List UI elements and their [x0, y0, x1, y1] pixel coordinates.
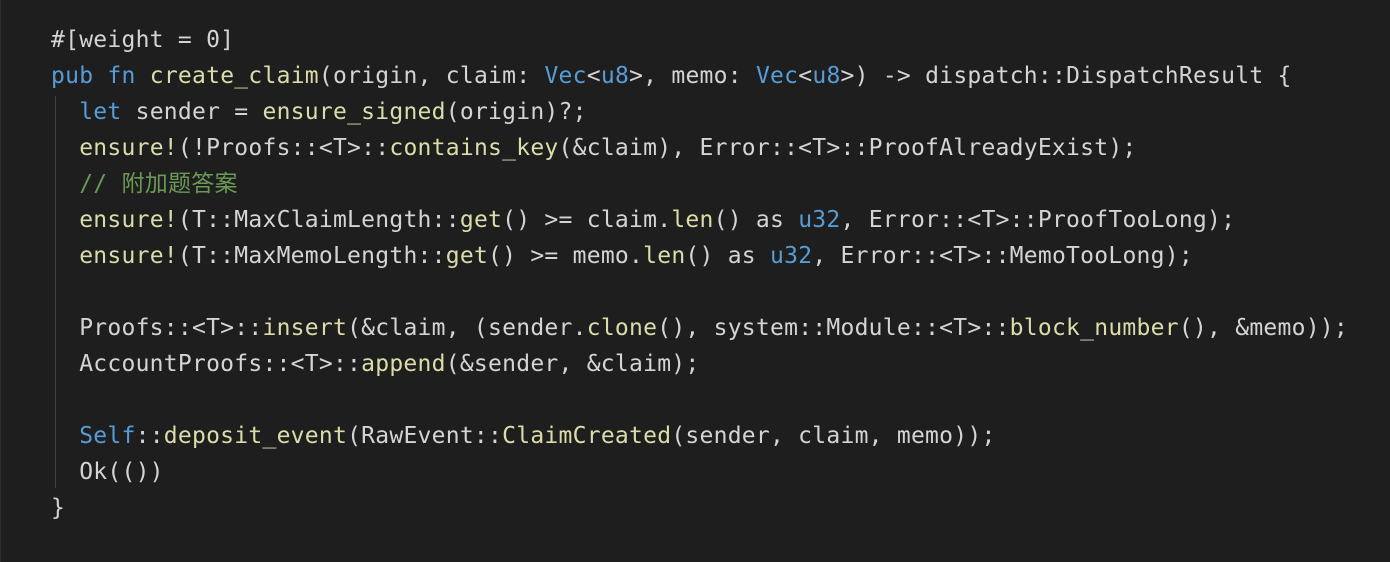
text-token: Proofs::<T>::	[51, 315, 263, 341]
text-token: (RawEvent::	[347, 423, 503, 449]
text-token: (!Proofs::<T>::	[177, 135, 390, 161]
function-token: get	[459, 207, 503, 233]
code-line[interactable]: Proofs::<T>::insert(&claim, (sender.clon…	[51, 310, 1348, 346]
keyword-token: Vec	[544, 63, 587, 89]
text-token: (), system::Module::<T>::	[657, 315, 1010, 341]
text-token: <	[798, 63, 813, 89]
keyword-token: u32	[798, 207, 841, 233]
text-token: Ok(())	[51, 459, 164, 485]
code-line[interactable]: let sender = ensure_signed(origin)?;	[51, 94, 1348, 130]
function-token: insert	[262, 315, 348, 341]
text-token: AccountProofs::<T>::	[51, 351, 362, 377]
text-token: <	[586, 63, 601, 89]
text-token: (&claim, (sender.	[347, 315, 587, 341]
keyword-token: u8	[600, 63, 630, 89]
code-line[interactable]: Self::deposit_event(RawEvent::ClaimCreat…	[51, 418, 1348, 454]
code-line[interactable]: Ok(())	[51, 454, 1348, 490]
keyword-token: u8	[812, 63, 841, 89]
function-token: len	[671, 207, 714, 233]
text-token: (sender, claim, memo));	[671, 423, 996, 449]
function-token: append	[361, 351, 446, 377]
function-token: get	[445, 243, 489, 269]
text-token: }	[51, 495, 66, 521]
text-token: (origin)?;	[445, 99, 587, 125]
text-token: , Error::<T>::ProofTooLong);	[840, 207, 1236, 233]
code-line[interactable]	[51, 274, 1348, 310]
text-token: () >= memo.	[488, 243, 644, 269]
function-token: create_claim	[149, 63, 319, 89]
text-token: (T::MaxClaimLength::	[177, 207, 460, 233]
text-token: () as	[713, 207, 799, 233]
comment-token: // 附加题答案	[79, 171, 238, 197]
code-block[interactable]: #[weight = 0] pub fn create_claim(origin,…	[51, 22, 1348, 526]
code-line[interactable]: ensure!(T::MaxMemoLength::get() >= memo.…	[51, 238, 1348, 274]
function-token: ensure!	[79, 207, 178, 233]
text-token: (origin, claim:	[318, 63, 545, 89]
text-token: () as	[685, 243, 771, 269]
function-token: ensure!	[79, 135, 178, 161]
keyword-token: let	[79, 99, 122, 125]
text-token: sender =	[121, 99, 263, 125]
text-token: () >= claim.	[502, 207, 672, 233]
function-token: ensure_signed	[262, 99, 446, 125]
code-line[interactable]: // 附加题答案	[51, 166, 1348, 202]
code-line[interactable]: ensure!(T::MaxClaimLength::get() >= clai…	[51, 202, 1348, 238]
function-token: len	[643, 243, 686, 269]
function-token: ensure!	[79, 243, 178, 269]
code-line[interactable]: pub fn create_claim(origin, claim: Vec<u…	[51, 58, 1348, 94]
function-token: ClaimCreated	[502, 423, 672, 449]
keyword-token: fn	[107, 63, 136, 89]
keyword-token: pub	[51, 63, 94, 89]
text-token: #[weight = 0]	[51, 27, 235, 53]
text-token: (&sender, &claim);	[445, 351, 700, 377]
code-line[interactable]: ensure!(!Proofs::<T>::contains_key(&clai…	[51, 130, 1348, 166]
text-token: (&claim), Error::<T>::ProofAlreadyExist)…	[558, 135, 1137, 161]
keyword-token: u32	[770, 243, 813, 269]
keyword-token: Self	[79, 423, 136, 449]
text-token: (), &memo));	[1178, 315, 1348, 341]
text-token: ::	[135, 423, 164, 449]
function-token: block_number	[1009, 315, 1179, 341]
keyword-token: Vec	[755, 63, 799, 89]
text-token: , Error::<T>::MemoTooLong);	[812, 243, 1193, 269]
code-line[interactable]: AccountProofs::<T>::append(&sender, &cla…	[51, 346, 1348, 382]
code-editor[interactable]: #[weight = 0] pub fn create_claim(origin,…	[0, 0, 1390, 562]
text-token: (T::MaxMemoLength::	[177, 243, 446, 269]
function-token: deposit_event	[163, 423, 348, 449]
text-token: >) -> dispatch::DispatchResult {	[840, 63, 1292, 89]
function-token: clone	[586, 315, 658, 341]
text-token: >, memo:	[629, 63, 756, 89]
code-line[interactable]: #[weight = 0]	[51, 22, 1348, 58]
code-line[interactable]: }	[51, 490, 1348, 526]
code-line[interactable]	[51, 382, 1348, 418]
function-token: contains_key	[389, 135, 559, 161]
